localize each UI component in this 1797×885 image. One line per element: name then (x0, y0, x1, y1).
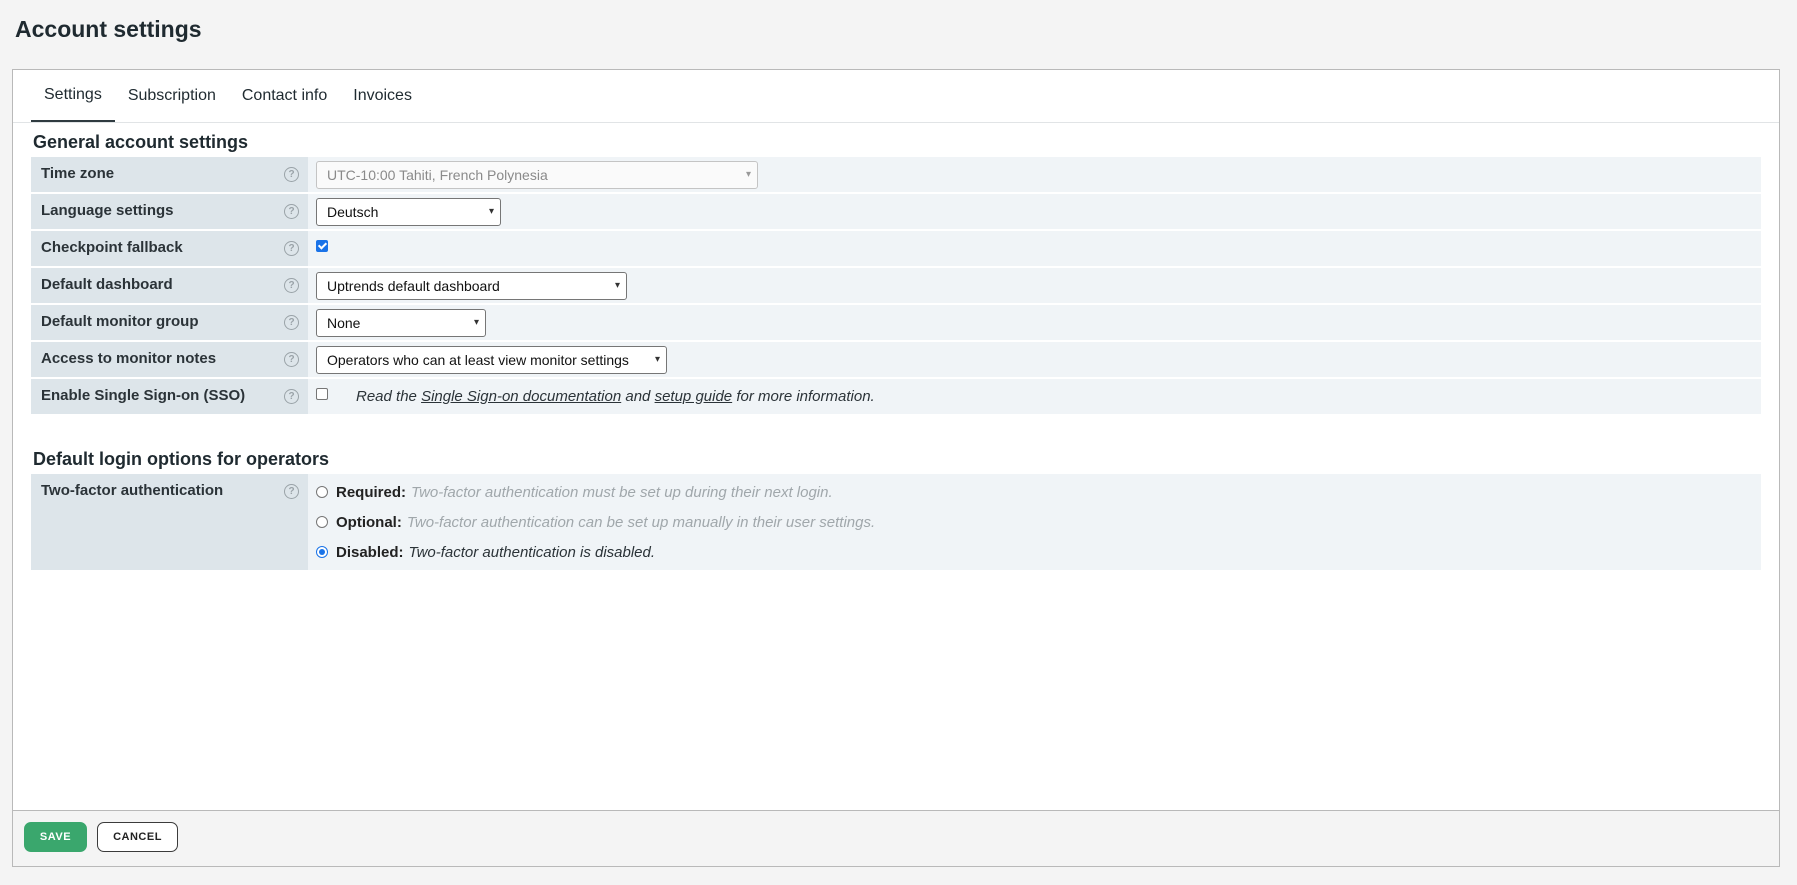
login-options-table: Two-factor authentication ? Required: Tw… (31, 474, 1761, 572)
help-icon[interactable]: ? (284, 352, 299, 367)
help-icon[interactable]: ? (284, 389, 299, 404)
chevron-down-icon: ▾ (745, 169, 751, 180)
monitor-notes-value: Operators who can at least view monitor … (327, 351, 629, 368)
sso-documentation-link[interactable]: Single Sign-on documentation (421, 388, 621, 405)
setting-row-checkpoint-fallback: Checkpoint fallback ? (31, 231, 1761, 268)
chevron-down-icon: ▾ (614, 280, 620, 291)
checkpoint-fallback-label: Checkpoint fallback (41, 239, 183, 256)
default-dashboard-label: Default dashboard (41, 276, 173, 293)
radio-optional[interactable] (316, 516, 328, 528)
sso-label: Enable Single Sign-on (SSO) (41, 387, 246, 404)
monitor-notes-select[interactable]: Operators who can at least view monitor … (316, 345, 667, 374)
two-factor-option-disabled[interactable]: Disabled: Two-factor authentication is d… (316, 537, 1761, 567)
setting-row-time-zone: Time zone ? UTC-10:00 Tahiti, French Pol… (31, 157, 1761, 194)
sso-checkbox[interactable] (316, 388, 328, 401)
radio-required[interactable] (316, 486, 328, 498)
time-zone-value: UTC-10:00 Tahiti, French Polynesia (327, 166, 548, 183)
help-icon[interactable]: ? (284, 241, 299, 256)
setting-row-sso: Enable Single Sign-on (SSO) ? Read the S… (31, 379, 1761, 416)
action-footer: SAVE CANCEL (13, 810, 1779, 866)
setting-row-default-dashboard: Default dashboard ? Uptrends default das… (31, 268, 1761, 305)
checkpoint-fallback-checkbox[interactable] (316, 240, 328, 253)
language-value: Deutsch (327, 203, 379, 220)
default-dashboard-select[interactable]: Uptrends default dashboard ▾ (316, 271, 627, 300)
language-select[interactable]: Deutsch ▾ (316, 197, 501, 226)
chevron-down-icon: ▾ (473, 317, 479, 328)
time-zone-select[interactable]: UTC-10:00 Tahiti, French Polynesia ▾ (316, 160, 758, 189)
general-settings-table: Time zone ? UTC-10:00 Tahiti, French Pol… (31, 157, 1761, 416)
page-title: Account settings (15, 16, 202, 42)
two-factor-option-required[interactable]: Required: Two-factor authentication must… (316, 477, 1761, 507)
two-factor-label: Two-factor authentication (41, 482, 224, 499)
tab-contact-info[interactable]: Contact info (229, 70, 340, 122)
monitor-notes-label: Access to monitor notes (41, 350, 217, 367)
setting-row-two-factor: Two-factor authentication ? Required: Tw… (31, 474, 1761, 572)
default-monitor-group-select[interactable]: None ▾ (316, 308, 486, 337)
tab-subscription[interactable]: Subscription (115, 70, 229, 122)
tab-divider (13, 122, 1779, 123)
setup-guide-link[interactable]: setup guide (655, 388, 733, 405)
help-icon[interactable]: ? (284, 484, 299, 499)
save-button[interactable]: SAVE (24, 822, 87, 852)
default-monitor-group-value: None (327, 314, 361, 331)
general-settings-title: General account settings (33, 132, 249, 152)
tab-bar: Settings Subscription Contact info Invoi… (31, 70, 425, 122)
sso-info-text: Read the Single Sign-on documentation an… (356, 388, 875, 405)
help-icon[interactable]: ? (284, 315, 299, 330)
default-dashboard-value: Uptrends default dashboard (327, 277, 500, 294)
help-icon[interactable]: ? (284, 167, 299, 182)
radio-disabled[interactable] (316, 546, 328, 558)
tab-invoices[interactable]: Invoices (340, 70, 425, 122)
default-monitor-group-label: Default monitor group (41, 313, 199, 330)
language-label: Language settings (41, 202, 174, 219)
time-zone-label: Time zone (41, 165, 115, 182)
setting-row-language: Language settings ? Deutsch ▾ (31, 194, 1761, 231)
help-icon[interactable]: ? (284, 278, 299, 293)
help-icon[interactable]: ? (284, 204, 299, 219)
setting-row-monitor-notes: Access to monitor notes ? Operators who … (31, 342, 1761, 379)
chevron-down-icon: ▾ (654, 354, 660, 365)
cancel-button[interactable]: CANCEL (97, 822, 178, 852)
tab-settings[interactable]: Settings (31, 70, 115, 122)
login-options-title: Default login options for operators (33, 449, 329, 469)
chevron-down-icon: ▾ (488, 206, 494, 217)
two-factor-option-optional[interactable]: Optional: Two-factor authentication can … (316, 507, 1761, 537)
settings-card: Settings Subscription Contact info Invoi… (12, 69, 1780, 867)
setting-row-default-monitor-group: Default monitor group ? None ▾ (31, 305, 1761, 342)
